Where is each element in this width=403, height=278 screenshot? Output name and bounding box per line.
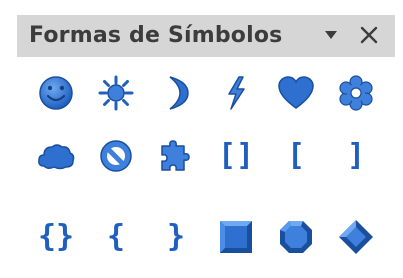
prohibited-icon bbox=[100, 140, 132, 172]
flower-icon bbox=[339, 75, 373, 111]
symbol-shapes-panel: Formas de Símbolos [] [] {} {} bbox=[17, 0, 395, 278]
right-brace-icon: } bbox=[166, 219, 186, 254]
puzzle-icon bbox=[161, 140, 190, 171]
symbol-double-brace-button[interactable]: {} bbox=[29, 210, 83, 264]
panel-close-button[interactable] bbox=[353, 19, 385, 51]
heart-icon bbox=[278, 76, 314, 109]
symbol-right-bracket-button[interactable]: ] bbox=[329, 129, 383, 183]
symbol-right-brace-button[interactable]: } bbox=[149, 210, 203, 264]
symbol-left-brace-button[interactable]: { bbox=[89, 210, 143, 264]
symbol-puzzle-button[interactable] bbox=[149, 129, 203, 183]
double-brace-icon: {} bbox=[37, 219, 75, 254]
symbol-square-bevel-button[interactable] bbox=[209, 210, 263, 264]
triangle-down-icon bbox=[325, 31, 337, 39]
symbol-double-bracket-button[interactable]: [] bbox=[209, 129, 263, 183]
symbol-sun-button[interactable] bbox=[89, 66, 143, 120]
panel-menu-button[interactable] bbox=[315, 19, 347, 51]
lightning-icon bbox=[228, 76, 245, 110]
symbol-moon-button[interactable] bbox=[149, 66, 203, 120]
close-icon bbox=[360, 26, 378, 44]
smiley-icon bbox=[39, 76, 73, 110]
panel-title: Formas de Símbolos bbox=[29, 23, 283, 48]
right-bracket-icon: ] bbox=[346, 138, 366, 173]
symbol-cloud-button[interactable] bbox=[29, 129, 83, 183]
octagon-bevel-icon bbox=[280, 221, 312, 253]
diamond-bevel-icon bbox=[339, 220, 373, 254]
left-bracket-icon: [ bbox=[286, 138, 306, 173]
symbol-left-bracket-button[interactable]: [ bbox=[269, 129, 323, 183]
symbol-diamond-bevel-button[interactable] bbox=[329, 210, 383, 264]
symbol-lightning-button[interactable] bbox=[209, 66, 263, 120]
moon-icon bbox=[169, 76, 189, 110]
symbol-octagon-bevel-button[interactable] bbox=[269, 210, 323, 264]
symbol-prohibited-button[interactable] bbox=[89, 129, 143, 183]
symbol-flower-button[interactable] bbox=[329, 66, 383, 120]
double-bracket-icon: [] bbox=[217, 138, 255, 173]
symbol-smiley-button[interactable] bbox=[29, 66, 83, 120]
symbol-heart-button[interactable] bbox=[269, 66, 323, 120]
square-bevel-icon bbox=[220, 221, 252, 253]
panel-titlebar: Formas de Símbolos bbox=[17, 15, 395, 57]
left-brace-icon: { bbox=[106, 219, 126, 254]
sun-icon bbox=[98, 75, 134, 111]
cloud-icon bbox=[38, 144, 75, 170]
